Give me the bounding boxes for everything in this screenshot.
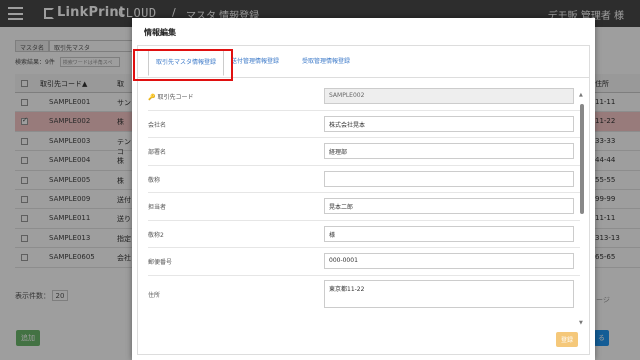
field-label: 部署名 (148, 147, 166, 156)
field-label: 会社名 (148, 120, 166, 129)
field-label-text: 住所 (148, 291, 161, 299)
form-row: 担当者 晃本二郎 (148, 193, 580, 221)
field-input[interactable]: 様 (324, 225, 574, 242)
field-input[interactable] (324, 170, 574, 187)
field-input[interactable]: 経理部 (324, 143, 574, 159)
tab-send-management[interactable]: 送付管理情報登録 (231, 56, 279, 65)
tab-highlight-box (133, 49, 233, 81)
field-label-text: 敬称2 (148, 231, 164, 239)
edit-form: 🔑 取引先コード SAMPLE002 会社名 株式会社晃本部署名 経理部敬称担当者 晃本二郎… (148, 83, 580, 315)
form-row: 郵便番号 000-0001 (148, 248, 580, 276)
field-input[interactable]: 000-0001 (324, 253, 574, 269)
field-input[interactable]: 晃本二郎 (324, 198, 574, 214)
field-label-text: 取引先コード (157, 94, 194, 101)
field-label: 郵便番号 (148, 257, 172, 266)
field-label: 敬称 (148, 175, 160, 184)
field-input[interactable]: 東京都11-22 (324, 279, 574, 308)
field-label: 担当者 (148, 202, 166, 211)
modal-title: 情報編集 (144, 28, 176, 37)
field-label: 🔑 取引先コード (148, 92, 194, 101)
form-row: 会社名 株式会社晃本 (148, 111, 580, 138)
scroll-up-icon[interactable]: ▲ (579, 92, 583, 98)
field-input: SAMPLE002 (324, 88, 574, 104)
field-label-text: 敬称 (148, 176, 161, 184)
field-label: 住所 (148, 290, 160, 299)
form-row: 部署名 経理部 (148, 138, 580, 166)
modal-body: 取引先マスタ情報登録 送付管理情報登録 受取管理情報登録 🔑 取引先コード SAMP… (137, 45, 590, 355)
form-row: 敬称2 様 (148, 221, 580, 248)
scroll-thumb[interactable] (580, 104, 584, 214)
scroll-down-icon[interactable]: ▼ (579, 320, 583, 326)
tab-receive-management[interactable]: 受取管理情報登録 (302, 56, 350, 65)
field-input[interactable]: 株式会社晃本 (324, 115, 574, 132)
form-row: 🔑 取引先コード SAMPLE002 (148, 83, 580, 111)
field-label: 敬称2 (148, 230, 164, 239)
save-button[interactable]: 登録 (556, 332, 579, 347)
form-row: 住所 東京都11-22 (148, 276, 580, 315)
key-icon: 🔑 (148, 94, 156, 101)
field-label-text: 会社名 (148, 121, 167, 129)
field-label-text: 部署名 (148, 149, 167, 156)
form-scrollbar[interactable]: ▲ ▼ (579, 92, 585, 326)
field-label-text: 担当者 (148, 204, 167, 211)
field-label-text: 郵便番号 (148, 259, 173, 266)
form-row: 敬称 (148, 166, 580, 193)
